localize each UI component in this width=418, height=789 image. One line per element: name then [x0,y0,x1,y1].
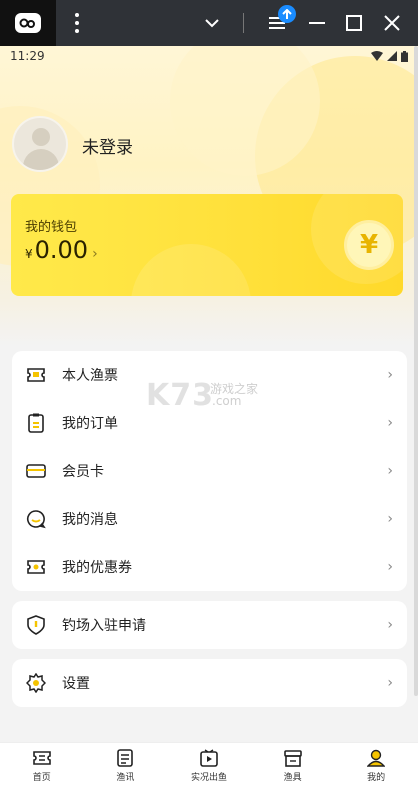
chevron-right-icon: › [387,415,393,431]
ticket-icon [26,365,46,385]
coin-icon: ¥ [344,220,394,270]
chevron-right-icon: › [92,246,98,262]
watermark-logo: K73 [146,378,214,413]
chevron-right-icon: › [387,675,393,691]
shield-icon [26,615,46,635]
menu-item-messages[interactable]: 我的消息 › [12,495,407,543]
menu-item-member-card[interactable]: 会员卡 › [12,447,407,495]
maximize-icon[interactable] [341,10,367,36]
chevron-right-icon: › [387,367,393,383]
wifi-icon [371,51,383,61]
menu-item-venue-apply[interactable]: 钓场入驻申请 › [12,601,407,649]
chevron-right-icon: › [387,511,393,527]
currency-symbol: ¥ [25,247,33,261]
wallet-title: 我的钱包 [25,220,78,235]
scrollbar[interactable] [414,46,418,696]
emulator-tab[interactable] [0,0,56,46]
menu-item-coupons[interactable]: 我的优惠券 › [12,543,407,591]
store-icon [283,749,303,767]
emulator-toolbar [0,0,418,46]
minimize-icon[interactable] [304,10,330,36]
menu-group-apply: 钓场入驻申请 › [12,601,407,649]
chevron-right-icon: › [387,463,393,479]
menu-group-settings: 设置 › [12,659,407,707]
tab-live[interactable]: 实况出鱼 [167,743,251,789]
bottom-tab-bar: 首页 渔讯 实况出鱼 渔具 我的 [0,742,418,789]
tab-gear[interactable]: 渔具 [251,743,335,789]
chevron-down-icon[interactable] [199,10,225,36]
avatar[interactable] [12,116,68,172]
news-icon [115,749,135,767]
toolbar-divider [243,13,244,33]
status-bar: 11:29 [0,46,418,66]
home-ticket-icon [32,749,52,767]
video-icon [199,749,219,767]
message-icon [26,509,46,529]
tab-news[interactable]: 渔讯 [84,743,168,789]
wallet-card[interactable]: 我的钱包 ¥ 0.00 › ¥ [11,194,403,296]
app-logo-icon [15,13,41,33]
more-menu-icon[interactable] [74,13,80,33]
battery-icon [401,50,408,62]
gear-icon [26,673,46,693]
user-icon [366,749,386,767]
wallet-balance[interactable]: ¥ 0.00 › [25,236,98,264]
close-icon[interactable] [379,10,405,36]
update-badge-icon[interactable] [278,5,296,23]
coupon-icon [26,557,46,577]
card-icon [26,461,46,481]
status-time: 11:29 [10,49,45,63]
tab-mine[interactable]: 我的 [334,743,418,789]
tab-home[interactable]: 首页 [0,743,84,789]
chevron-right-icon: › [387,559,393,575]
balance-value: 0.00 [34,236,89,264]
chevron-right-icon: › [387,617,393,633]
signal-icon [387,51,397,61]
login-status[interactable]: 未登录 [82,133,133,158]
clipboard-icon [26,413,46,433]
watermark-domain: .com [212,394,242,408]
menu-item-settings[interactable]: 设置 › [12,659,407,707]
